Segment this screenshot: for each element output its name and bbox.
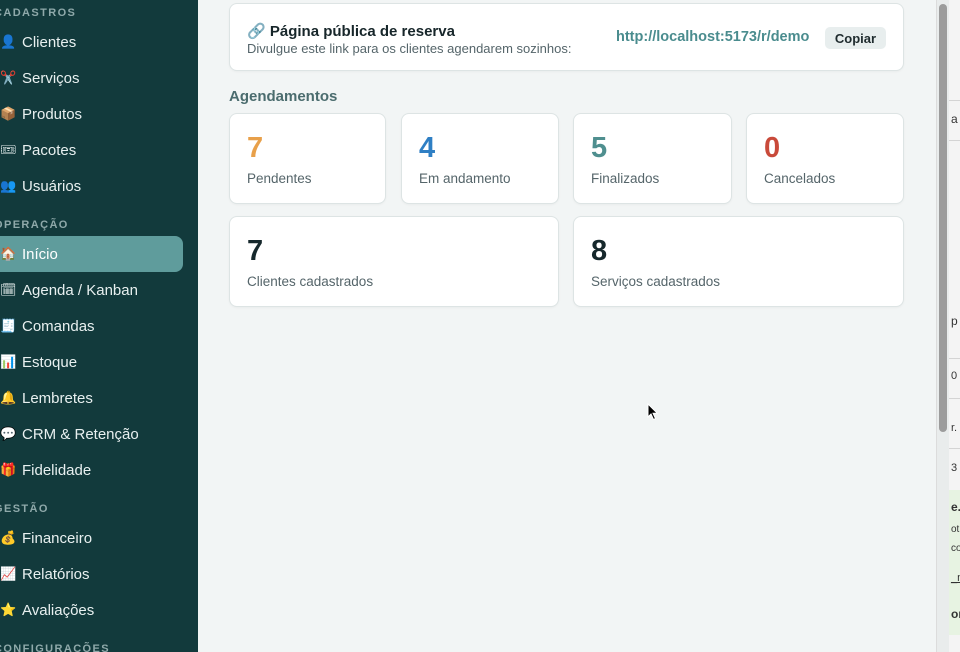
total-card-clientes[interactable]: 7 Clientes cadastrados [229,216,559,307]
sidebar-item-crm[interactable]: 💬 CRM & Retenção [0,416,183,452]
sidebar-item-label: Lembretes [22,389,93,407]
users-icon: 👥 [0,178,17,193]
stat-label: Pendentes [247,171,312,186]
sidebar-section-cadastros: CADASTROS [0,7,77,19]
total-label: Serviços cadastrados [591,274,721,289]
stat-value: 4 [419,132,436,164]
adjacent-window-edge: a p 0 r. 3 e.( ot co _n or [949,0,960,652]
sidebar-section-gestao: GESTÃO [0,503,49,515]
sidebar-item-label: Usuários [22,177,82,195]
total-card-servicos[interactable]: 8 Serviços cadastrados [573,216,904,307]
sidebar-item-label: Agenda / Kanban [22,281,138,299]
sidebar-item-lembretes[interactable]: 🔔 Lembretes [0,380,183,416]
ticket-icon: 🎟 [0,142,17,157]
bar-chart-icon: 📊 [0,354,17,369]
total-label: Clientes cadastrados [247,274,374,289]
fragment-text: p [951,314,958,328]
calendar-icon: 🗓 [0,282,17,297]
person-icon: 👤 [0,34,17,49]
sidebar-item-financeiro[interactable]: 💰 Financeiro [0,520,183,556]
sidebar-item-label: CRM & Retenção [22,425,139,443]
sidebar-item-usuarios[interactable]: 👥 Usuários [0,168,183,204]
sidebar-item-label: Clientes [22,33,77,51]
fragment-text: ot [951,524,960,535]
divider [949,140,960,141]
stat-card-cancelados[interactable]: 0 Cancelados [746,113,904,204]
stat-value: 7 [247,132,264,164]
stat-label: Em andamento [419,171,511,186]
sidebar-item-label: Relatórios [22,565,90,583]
link-icon: 🔗 [247,23,266,40]
stat-value: 5 [591,132,608,164]
divider [949,448,960,449]
sidebar-item-label: Fidelidade [22,461,92,479]
total-value: 8 [591,235,608,267]
total-value: 7 [247,235,264,267]
scissors-icon: ✂️ [0,70,17,85]
sidebar-item-pacotes[interactable]: 🎟 Pacotes [0,132,183,168]
sidebar-item-agenda[interactable]: 🗓 Agenda / Kanban [0,272,183,308]
fragment-text: co [951,543,960,554]
public-booking-title: 🔗 Página pública de reserva [247,22,455,40]
fragment-text: r. [951,422,958,434]
public-booking-link[interactable]: http://localhost:5173/r/demo [616,29,809,45]
sidebar-item-label: Estoque [22,353,78,371]
sidebar-item-label: Produtos [22,105,83,123]
bell-icon: 🔔 [0,390,17,405]
public-booking-description: Divulgue este link para os clientes agen… [247,41,572,56]
receipt-icon: 🧾 [0,318,17,333]
mouse-cursor-icon [647,403,659,421]
fragment-text: a [951,112,958,126]
sidebar-item-label: Avaliações [22,601,95,619]
sidebar-section-operacao: OPERAÇÃO [0,219,69,231]
public-booking-title-text: Página pública de reserva [269,23,455,40]
fragment-link[interactable]: _n [951,572,960,584]
sidebar-item-label: Financeiro [22,529,93,547]
stat-card-finalizados[interactable]: 5 Finalizados [573,113,732,204]
sidebar-item-servicos[interactable]: ✂️ Serviços [0,60,183,96]
trend-chart-icon: 📈 [0,566,17,581]
copy-link-button[interactable]: Copiar [825,27,886,49]
sidebar-item-label: Comandas [22,317,95,335]
sidebar-item-produtos[interactable]: 📦 Produtos [0,96,183,132]
sidebar-item-label: Início [22,245,58,263]
sidebar-item-label: Pacotes [22,141,77,159]
gift-icon: 🎁 [0,462,17,477]
sidebar-item-avaliacoes[interactable]: ⭐ Avaliações [0,592,183,628]
stat-label: Cancelados [764,171,836,186]
divider [949,358,960,359]
money-bag-icon: 💰 [0,530,17,545]
package-icon: 📦 [0,106,17,121]
sidebar-item-label: Serviços [22,69,80,87]
sidebar-section-configuracoes: CONFIGURAÇÕES [0,643,110,652]
fragment-text: 3 [951,462,958,474]
sidebar-item-inicio[interactable]: 🏠 Início [0,236,183,272]
home-icon: 🏠 [0,246,17,261]
stat-card-pendentes[interactable]: 7 Pendentes [229,113,386,204]
appointments-heading: Agendamentos [229,88,338,105]
fragment-text: 0 [951,370,958,382]
fragment-text: or [951,607,960,621]
main-content: 🔗 Página pública de reserva Divulgue est… [198,0,936,652]
star-icon: ⭐ [0,602,17,617]
divider [949,398,960,399]
public-booking-card: 🔗 Página pública de reserva Divulgue est… [229,3,904,71]
stat-value: 0 [764,132,781,164]
sidebar: CADASTROS 👤 Clientes ✂️ Serviços 📦 Produ… [0,0,198,652]
sidebar-item-clientes[interactable]: 👤 Clientes [0,24,183,60]
sidebar-item-fidelidade[interactable]: 🎁 Fidelidade [0,452,183,488]
sidebar-item-estoque[interactable]: 📊 Estoque [0,344,183,380]
stat-label: Finalizados [591,171,660,186]
fragment-text: e.( [951,500,960,514]
sidebar-item-comandas[interactable]: 🧾 Comandas [0,308,183,344]
stat-card-em-andamento[interactable]: 4 Em andamento [401,113,559,204]
divider [949,100,960,101]
scrollbar-thumb[interactable] [939,4,947,432]
speech-bubble-icon: 💬 [0,426,17,441]
sidebar-item-relatorios[interactable]: 📈 Relatórios [0,556,183,592]
